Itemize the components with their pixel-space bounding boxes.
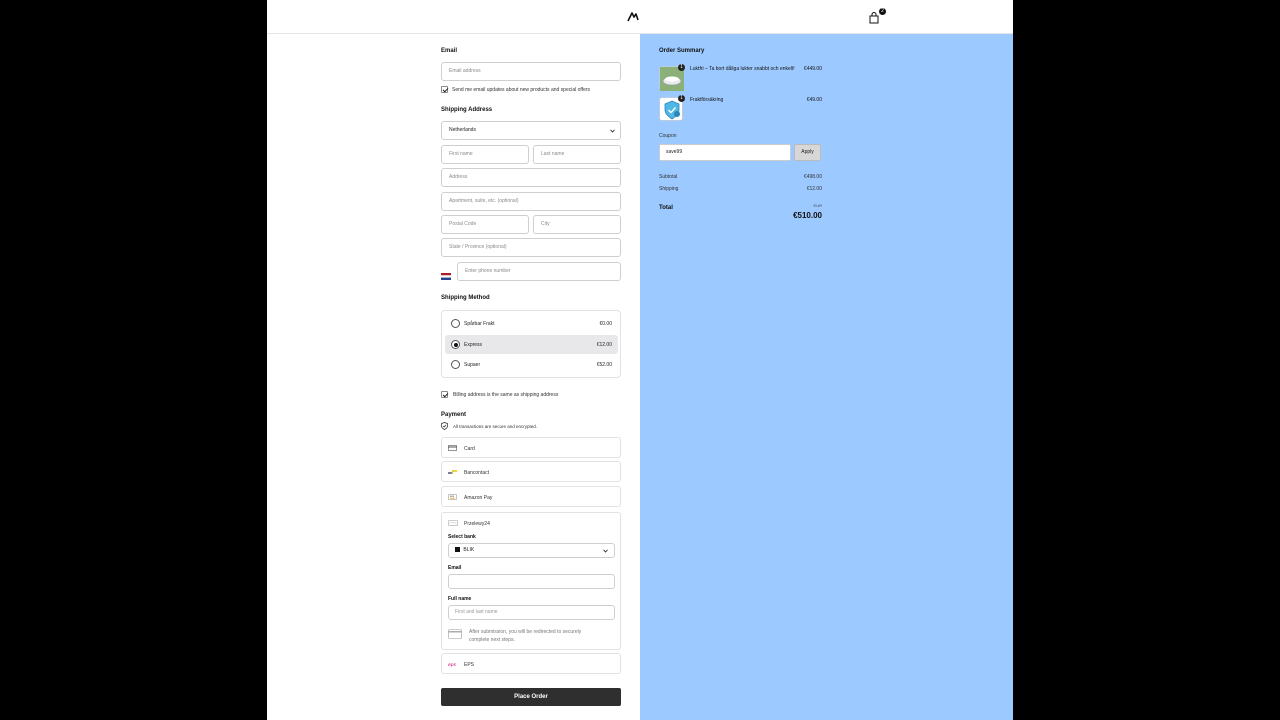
shipping-method-list: Spårbar Frakt €0.00 Express €12.00 Supae…: [441, 310, 621, 378]
billing-same-label: Billing address is the same as shipping …: [453, 392, 559, 398]
place-order-button[interactable]: Place Order: [441, 688, 621, 706]
payment-option-amazon-pay[interactable]: pay Amazon Pay: [441, 486, 621, 507]
chevron-down-icon: [603, 549, 608, 553]
checkout-form: Email Email address Send me email update…: [267, 34, 640, 720]
payment-option-eps[interactable]: eps EPS: [441, 653, 621, 674]
address-input[interactable]: Address: [441, 168, 621, 187]
payment-option-name: Bancontact: [464, 470, 490, 476]
p24-fullname-label: Full name: [448, 596, 472, 602]
redirect-card-icon: [448, 629, 462, 639]
shipping-option-name: Spårbar Frakt: [464, 321, 495, 327]
item-name: Fraktförsäkring: [690, 97, 724, 103]
apartment-input[interactable]: Apartment, suite, etc. (optional): [441, 192, 621, 211]
order-summary: Order Summary 1 Luktfri – Ta bort dåliga…: [640, 34, 1013, 720]
shipping-option-price: €12.00: [596, 342, 612, 348]
amazon-pay-icon: pay: [448, 494, 457, 500]
newsletter-label: Send me email updates about new products…: [452, 87, 591, 93]
phone-country-flag[interactable]: [441, 267, 451, 280]
subtotal-label: Subtotal: [659, 174, 678, 180]
first-name-input[interactable]: First name: [441, 145, 529, 164]
payment-option-przelewy24[interactable]: Przelewy24 Select bank BLIK Email Full n…: [441, 512, 621, 650]
svg-text:eps: eps: [448, 663, 457, 667]
quantity-badge: 1: [678, 64, 685, 71]
shipping-option-supaer[interactable]: Supaer €52.00: [445, 355, 618, 374]
total-value: €510.00: [793, 211, 822, 220]
city-input[interactable]: City: [533, 215, 621, 234]
eps-icon: eps: [448, 663, 457, 667]
payment-option-name: Przelewy24: [464, 521, 490, 527]
phone-input[interactable]: Enter phone number: [457, 262, 621, 281]
checkout-page: 2 Email Email address Send me email upda…: [267, 0, 1013, 720]
subtotal-value: €498.00: [803, 174, 822, 180]
product-image-fraktforsakring: 1: [659, 95, 685, 121]
item-price: €449.00: [803, 66, 822, 72]
item-name: Luktfri – Ta bort dåliga lukter snabbt o…: [690, 66, 795, 72]
radio-button[interactable]: [451, 319, 460, 328]
item-price: €49.00: [806, 97, 822, 103]
shipping-value: €12.00: [806, 186, 822, 192]
country-value: Netherlands: [449, 127, 476, 133]
shipping-option-price: €0.00: [599, 321, 612, 327]
newsletter-checkbox[interactable]: [441, 86, 448, 93]
currency-label: EUR: [813, 203, 822, 208]
payment-label: Payment: [441, 412, 467, 418]
svg-text:pay: pay: [450, 495, 455, 498]
payment-option-name: Amazon Pay: [464, 495, 493, 501]
redirect-note: After submission, you will be redirected…: [469, 629, 582, 643]
shipping-address-label: Shipping Address: [441, 107, 493, 113]
payment-option-name: Card: [464, 446, 475, 452]
payment-option-name: EPS: [464, 662, 475, 668]
cart-button[interactable]: 2: [869, 8, 886, 24]
chevron-down-icon: [610, 129, 615, 133]
cart-count-badge: 2: [879, 8, 886, 15]
shipping-option-name: Express: [464, 342, 483, 348]
p24-email-input[interactable]: [448, 574, 615, 589]
bank-select[interactable]: BLIK: [448, 543, 615, 558]
select-bank-label: Select bank: [448, 534, 476, 540]
shipping-label: Shipping: [659, 186, 679, 192]
payment-option-card[interactable]: Card: [441, 437, 621, 458]
radio-button-selected[interactable]: [451, 340, 460, 349]
email-label: Email: [441, 48, 458, 54]
header: 2: [267, 0, 1013, 34]
quantity-badge: 1: [678, 95, 685, 102]
p24-fullname-input[interactable]: First and last name: [448, 605, 615, 620]
shipping-option-sparbar[interactable]: Spårbar Frakt €0.00: [445, 314, 618, 333]
email-input[interactable]: Email address: [441, 62, 621, 81]
blik-icon: [455, 547, 460, 553]
bancontact-icon: [448, 470, 457, 474]
coupon-input[interactable]: save99: [659, 144, 791, 161]
shipping-option-name: Supaer: [464, 362, 481, 368]
coupon-label: Coupon: [659, 133, 677, 139]
billing-same-checkbox[interactable]: [441, 391, 448, 398]
country-select[interactable]: Netherlands: [441, 121, 621, 140]
shipping-method-label: Shipping Method: [441, 295, 490, 301]
credit-card-icon: [448, 445, 457, 451]
p24-email-label: Email: [448, 565, 462, 571]
last-name-input[interactable]: Last name: [533, 145, 621, 164]
apply-coupon-button[interactable]: Apply: [794, 144, 821, 161]
payment-option-bancontact[interactable]: Bancontact: [441, 461, 621, 482]
secure-note: All transactions are secure and encrypte…: [453, 424, 538, 429]
logo-icon[interactable]: [627, 11, 639, 23]
shipping-option-express[interactable]: Express €12.00: [445, 335, 618, 354]
bank-value: BLIK: [463, 547, 475, 553]
postal-code-input[interactable]: Postal Code: [441, 215, 529, 234]
bag-icon: [869, 12, 879, 24]
shipping-option-price: €52.00: [596, 362, 612, 368]
order-summary-title: Order Summary: [659, 48, 705, 54]
radio-button[interactable]: [451, 360, 460, 369]
shield-check-icon: [441, 422, 448, 430]
total-label: Total: [659, 205, 673, 211]
netherlands-flag-icon: [441, 273, 451, 280]
state-input[interactable]: State / Province (optional): [441, 238, 621, 257]
przelewy24-icon: [448, 520, 458, 526]
product-image-luktfri: 1: [659, 64, 685, 91]
